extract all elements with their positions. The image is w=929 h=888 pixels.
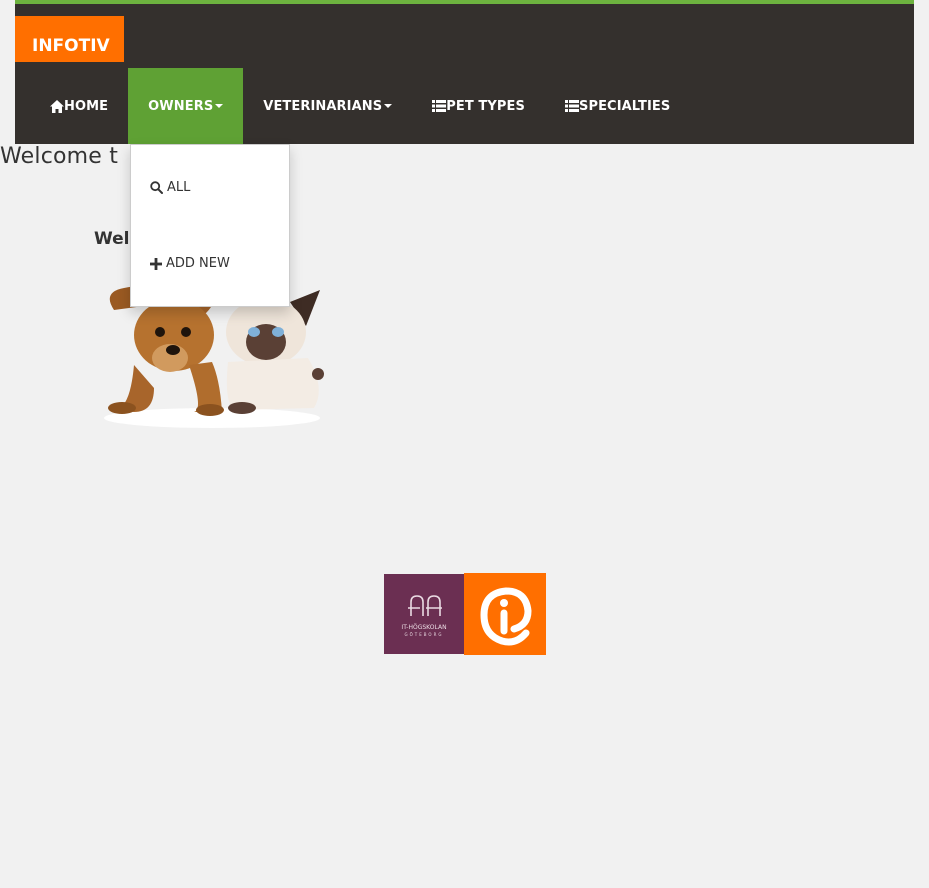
ith-monogram-icon [408,595,442,616]
owners-dropdown-menu: ALL ADD NEW [130,144,290,307]
ith-name: IT-HÖGSKOLAN [401,624,447,631]
brand-name: INFOTIV [32,36,110,56]
nav-specialties[interactable]: SPECIALTIES [545,68,690,144]
nav-home-label: HOME [64,98,109,114]
list-icon [564,100,579,112]
ith-city: GÖTEBORG [404,632,444,637]
nav-veterinarians-label: VETERINARIANS [263,98,383,114]
nav-owners-label: OWNERS [148,98,214,114]
nav-specialties-label: SPECIALTIES [578,98,671,114]
menu-item-all-label: ALL [167,180,191,195]
nav-pet-types-label: PET TYPES [446,98,525,114]
home-icon [50,99,64,113]
nav-owners[interactable]: OWNERS [128,68,244,144]
search-icon [150,181,163,194]
nav-home[interactable]: HOME [30,68,128,144]
main-nav: HOME OWNERS VETERINARIANS PET TYPES SPEC [30,68,690,144]
it-hogskolan-logo: IT-HÖGSKOLAN GÖTEBORG [384,574,464,654]
menu-item-all-owners[interactable]: ALL [150,180,190,195]
infotiv-logo [464,573,546,655]
navbar: INFOTIV HOME OWNERS VETERINARIANS PET TY… [15,0,914,144]
page-title: Welcome t [0,144,119,169]
footer-logos: IT-HÖGSKOLAN GÖTEBORG [384,573,546,655]
menu-item-add-new-label: ADD NEW [166,256,230,271]
brand-logo[interactable]: INFOTIV [15,16,124,62]
plus-icon [150,257,162,270]
list-icon [432,100,447,112]
caret-down-icon [384,104,393,108]
infotiv-i-icon [480,587,532,646]
caret-down-icon [215,104,224,108]
nav-pet-types[interactable]: PET TYPES [412,68,545,144]
nav-veterinarians[interactable]: VETERINARIANS [243,68,412,144]
menu-item-add-owner[interactable]: ADD NEW [150,256,230,271]
